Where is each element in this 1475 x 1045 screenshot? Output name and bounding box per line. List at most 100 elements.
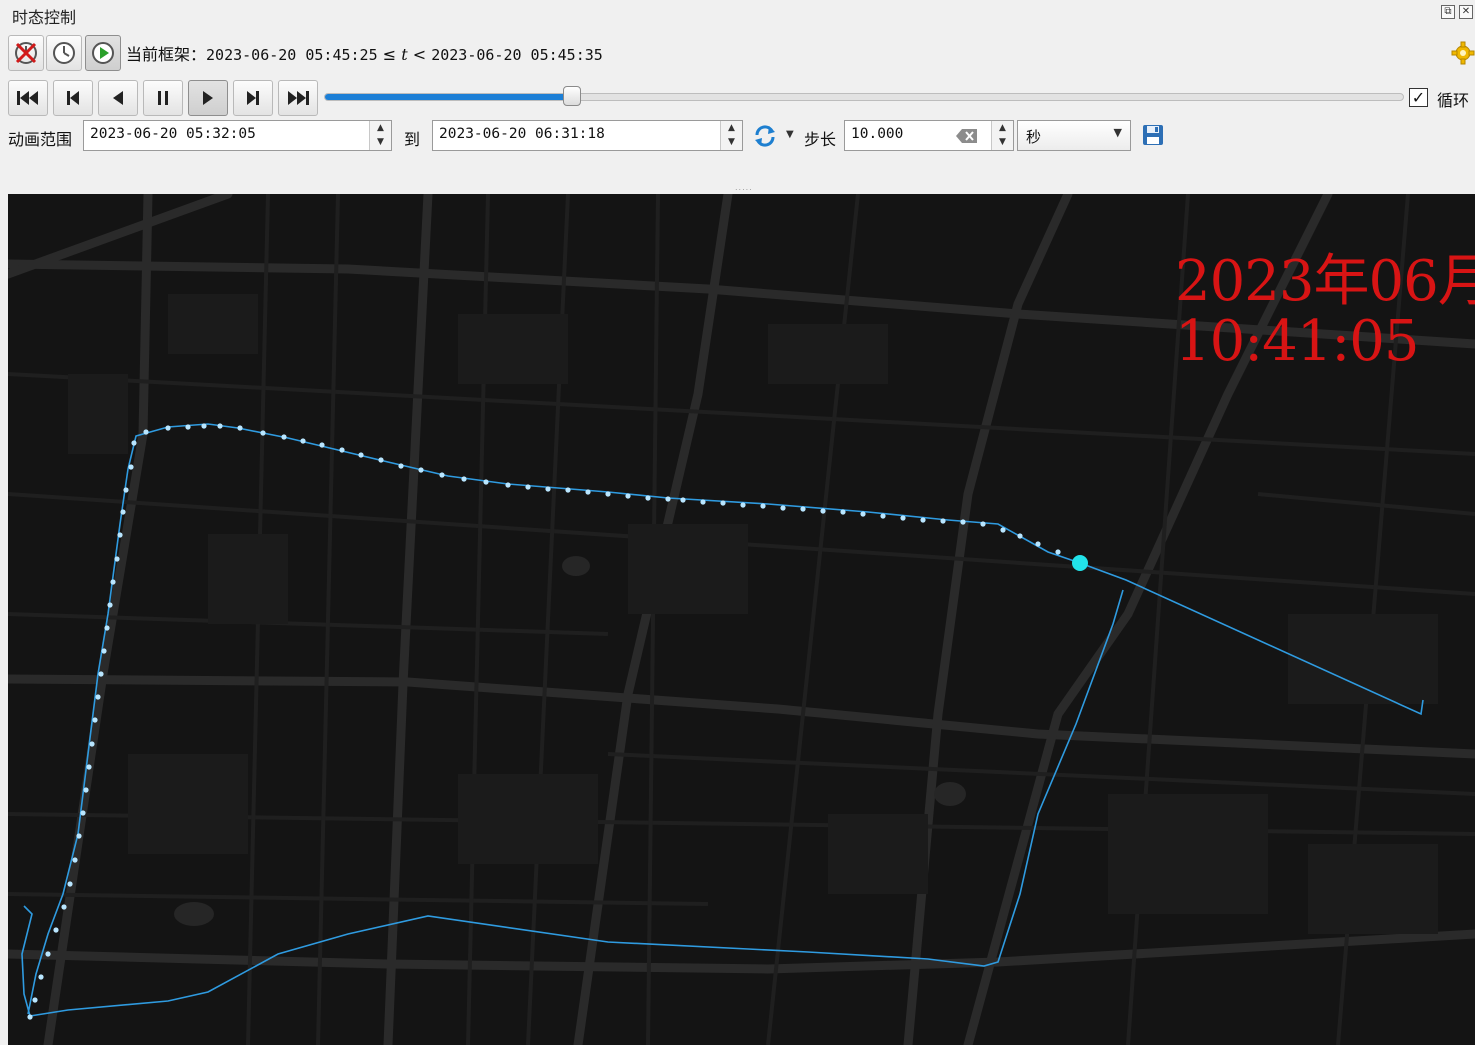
loop-checkbox[interactable]: ✓ <box>1409 88 1428 107</box>
play-backward-icon <box>113 91 123 105</box>
close-window-icon[interactable]: ✕ <box>1459 5 1473 19</box>
track-point-6 <box>940 518 946 524</box>
track-point-20 <box>665 496 671 502</box>
range-menu-chevron-down-icon[interactable]: ▼ <box>786 129 794 140</box>
overlay-date: 2023年06月 <box>1175 249 1475 314</box>
track-point-57 <box>98 671 104 677</box>
range-start-input[interactable]: 2023-06-20 05:32:05 ▲ ▼ <box>83 120 392 151</box>
track-point-16 <box>740 502 746 508</box>
clear-icon[interactable] <box>956 128 978 144</box>
disable-temporal-button[interactable] <box>8 35 44 71</box>
track-point-71 <box>32 997 38 1003</box>
range-end-value: 2023-06-20 06:31:18 <box>439 126 605 142</box>
restore-window-icon[interactable]: ⧉ <box>1441 5 1455 19</box>
current-frame-label: 当前框架：2023-06-20 05:45:25 ≤ t < 2023-06-2… <box>126 41 603 65</box>
track-point-67 <box>61 904 67 910</box>
frame-start-time: 2023-06-20 05:45:25 <box>206 46 378 64</box>
previous-frame-button[interactable] <box>53 80 93 116</box>
spin-down-icon[interactable]: ▼ <box>370 135 391 149</box>
pause-button[interactable] <box>143 80 183 116</box>
track-point-69 <box>45 951 51 957</box>
track-point-61 <box>86 764 92 770</box>
skip-to-end-button[interactable] <box>278 80 318 116</box>
track-point-24 <box>585 489 591 495</box>
track-point-13 <box>800 506 806 512</box>
next-frame-icon <box>247 91 259 105</box>
track-point-54 <box>107 602 113 608</box>
fixed-range-button[interactable] <box>46 35 82 71</box>
track-point-15 <box>760 503 766 509</box>
track-point-53 <box>110 579 116 585</box>
track-point-43 <box>201 423 207 429</box>
refresh-range-icon[interactable] <box>752 123 778 149</box>
play-forward-button[interactable] <box>188 80 228 116</box>
settings-gear-icon[interactable] <box>1451 41 1475 65</box>
animated-range-button[interactable] <box>85 35 121 71</box>
frame-op-leq: ≤ <box>377 45 402 64</box>
step-unit-select[interactable]: 秒 ▼ <box>1017 120 1131 151</box>
track-point-72 <box>27 1014 33 1020</box>
track-point-23 <box>605 491 611 497</box>
overlay-clock: 10:41:05 <box>1175 309 1420 374</box>
track-point-70 <box>38 974 44 980</box>
track-point-36 <box>339 447 345 453</box>
spin-down-icon[interactable]: ▼ <box>721 135 742 149</box>
spin-down-icon[interactable]: ▼ <box>992 135 1013 149</box>
current-position-marker <box>1072 555 1088 571</box>
track-point-44 <box>185 424 191 430</box>
range-end-input[interactable]: 2023-06-20 06:31:18 ▲ ▼ <box>432 120 743 151</box>
track-point-35 <box>358 452 364 458</box>
pause-icon <box>158 91 168 105</box>
panel-title: 时态控制 <box>12 8 77 27</box>
track-point-28 <box>505 482 511 488</box>
track-point-51 <box>117 532 123 538</box>
track-point-47 <box>131 440 137 446</box>
frame-end-time: 2023-06-20 05:45:35 <box>431 46 603 64</box>
track-point-11 <box>840 509 846 515</box>
map-canvas[interactable]: 2023年06月 10:41:05 <box>8 194 1475 1045</box>
track-point-31 <box>439 472 445 478</box>
step-input[interactable]: 10.000 ▲ ▼ <box>844 120 1014 151</box>
timeline-slider-thumb[interactable] <box>563 86 582 106</box>
track-point-60 <box>89 741 95 747</box>
track-point-58 <box>95 694 101 700</box>
track-point-55 <box>104 625 110 631</box>
track-point-5 <box>960 519 966 525</box>
next-frame-button[interactable] <box>233 80 273 116</box>
temporal-disabled-icon <box>15 42 37 64</box>
track-point-33 <box>398 463 404 469</box>
current-frame-prefix: 当前框架： <box>126 45 207 64</box>
animation-range-label: 动画范围 <box>8 130 73 149</box>
spin-up-icon[interactable]: ▲ <box>370 121 391 135</box>
track-point-10 <box>860 511 866 517</box>
gps-track-layer <box>21 423 1424 1020</box>
track-point-56 <box>101 648 107 654</box>
track-point-14 <box>780 505 786 511</box>
save-icon[interactable] <box>1142 124 1164 146</box>
step-spinner[interactable]: ▲ ▼ <box>991 121 1013 150</box>
timeline-slider-track[interactable] <box>324 93 1404 101</box>
checkmark-icon: ✓ <box>1411 88 1426 107</box>
rewind-to-start-button[interactable] <box>8 80 48 116</box>
spin-up-icon[interactable]: ▲ <box>721 121 742 135</box>
track-point-19 <box>680 497 686 503</box>
range-end-spinner[interactable]: ▲ ▼ <box>720 121 742 150</box>
step-value: 10.000 <box>851 126 904 142</box>
play-backward-button[interactable] <box>98 80 138 116</box>
spin-up-icon[interactable]: ▲ <box>992 121 1013 135</box>
track-point-17 <box>720 500 726 506</box>
track-point-30 <box>461 476 467 482</box>
track-point-62 <box>83 787 89 793</box>
track-point-59 <box>92 717 98 723</box>
range-start-value: 2023-06-20 05:32:05 <box>90 126 256 142</box>
splitter-handle[interactable]: ..... <box>735 183 753 192</box>
track-point-0 <box>1055 549 1061 555</box>
track-point-8 <box>900 515 906 521</box>
track-point-48 <box>128 464 134 470</box>
range-to-label: 到 <box>404 130 421 149</box>
chevron-down-icon: ▼ <box>1113 126 1122 139</box>
range-start-spinner[interactable]: ▲ ▼ <box>369 121 391 150</box>
track-point-63 <box>80 810 86 816</box>
track-point-41 <box>237 425 243 431</box>
rewind-to-start-icon <box>17 91 38 105</box>
